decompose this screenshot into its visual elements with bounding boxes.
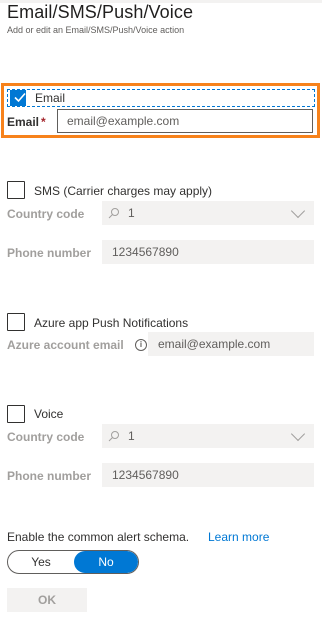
email-section: Email Email * — [1, 83, 320, 138]
email-checkbox-row[interactable]: Email — [7, 89, 315, 107]
voice-checkbox[interactable] — [7, 405, 25, 423]
push-checkbox[interactable] — [7, 313, 25, 331]
sms-country-code-label: Country code — [7, 207, 85, 221]
toggle-yes-option[interactable]: Yes — [8, 551, 74, 573]
voice-country-code-select[interactable]: 1 — [102, 424, 314, 448]
push-account-email-label: Azure account email — [7, 338, 124, 352]
toggle-no-option[interactable]: No — [74, 551, 138, 573]
sms-checkbox-label: SMS (Carrier charges may apply) — [34, 184, 213, 198]
common-alert-schema-toggle[interactable]: Yes No — [7, 550, 139, 574]
push-account-email-value: email@example.com — [158, 337, 271, 351]
push-account-email-input[interactable]: email@example.com — [148, 332, 314, 356]
page-subtitle: Add or edit an Email/SMS/Push/Voice acti… — [7, 25, 185, 35]
voice-checkbox-label: Voice — [34, 407, 64, 421]
learn-more-link[interactable]: Learn more — [208, 530, 269, 544]
push-checkbox-label: Azure app Push Notifications — [34, 316, 189, 330]
sms-country-code-value: 1 — [128, 206, 135, 220]
email-checkbox[interactable] — [10, 90, 26, 106]
voice-phone-label: Phone number — [7, 469, 92, 483]
ok-button[interactable]: OK — [7, 588, 87, 612]
common-alert-schema-label: Enable the common alert schema. — [7, 530, 190, 544]
email-input[interactable] — [57, 109, 313, 133]
voice-country-code-label: Country code — [7, 430, 85, 444]
sms-phone-input[interactable]: 1234567890 — [102, 240, 314, 264]
search-icon — [108, 431, 119, 442]
voice-phone-value: 1234567890 — [112, 468, 179, 482]
sms-phone-value: 1234567890 — [112, 245, 179, 259]
required-indicator: * — [41, 115, 46, 129]
search-icon — [108, 208, 119, 219]
chevron-down-icon — [290, 203, 306, 219]
info-icon[interactable]: i — [135, 339, 147, 351]
page-title: Email/SMS/Push/Voice — [7, 2, 194, 22]
sms-country-code-select[interactable]: 1 — [102, 201, 314, 225]
voice-phone-input[interactable]: 1234567890 — [102, 463, 314, 487]
sms-checkbox[interactable] — [7, 181, 25, 199]
chevron-down-icon — [290, 426, 306, 442]
email-checkbox-label: Email — [35, 91, 66, 105]
sms-phone-label: Phone number — [7, 246, 92, 260]
email-field-label: Email * — [7, 115, 46, 129]
checkmark-icon — [14, 92, 26, 103]
voice-country-code-value: 1 — [128, 429, 135, 443]
